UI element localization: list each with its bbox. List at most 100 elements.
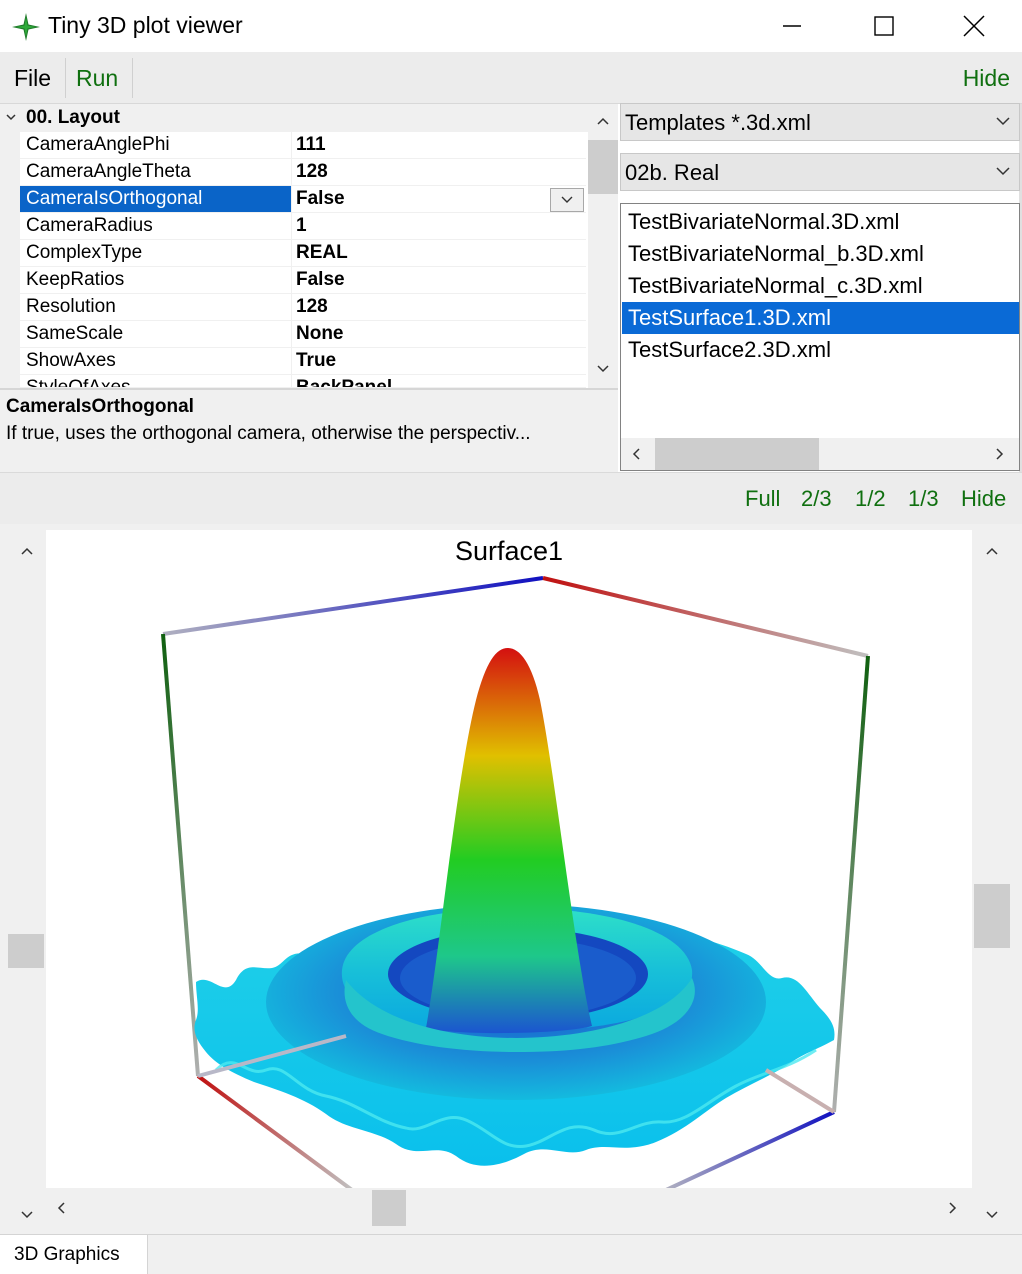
list-item[interactable]: TestBivariateNormal_c.3D.xml (622, 270, 1019, 302)
menu-separator (132, 58, 133, 98)
graphics-hscrollbar[interactable] (46, 1188, 972, 1228)
scrollbar-thumb[interactable] (8, 934, 44, 968)
list-item-selected[interactable]: TestSurface1.3D.xml (622, 302, 1019, 334)
property-value[interactable]: BackPanel (296, 375, 582, 387)
menu-bar: File Run Hide (0, 52, 1022, 104)
chevron-down-icon[interactable] (985, 1210, 999, 1220)
property-row[interactable]: Resolution 128 (20, 294, 586, 321)
property-name: CameraRadius (26, 215, 153, 236)
column-divider (291, 132, 292, 159)
property-row[interactable]: StyleOfAxes BackPanel (20, 375, 586, 388)
plot-canvas[interactable]: Surface1 (46, 530, 972, 1188)
minimize-button[interactable] (746, 0, 838, 52)
list-item[interactable]: TestBivariateNormal.3D.xml (622, 206, 1019, 238)
list-item[interactable]: TestSurface2.3D.xml (622, 334, 1019, 366)
left-vscrollbar[interactable] (6, 530, 46, 1230)
surface-central-peak (426, 648, 592, 1034)
chevron-up-icon[interactable] (596, 116, 610, 126)
chevron-up-icon[interactable] (985, 546, 999, 556)
chevron-up-icon[interactable] (20, 546, 34, 556)
surface-plot (161, 576, 870, 1188)
property-name: Resolution (26, 296, 116, 317)
view-half-link[interactable]: 1/2 (855, 486, 886, 512)
scrollbar-thumb[interactable] (974, 884, 1010, 948)
value-dropdown-button[interactable] (550, 188, 584, 212)
tab-3d-graphics[interactable]: 3D Graphics (0, 1235, 148, 1274)
template-filter-select[interactable]: Templates *.3d.xml (620, 103, 1020, 141)
list-item[interactable]: TestBivariateNormal_b.3D.xml (622, 238, 1019, 270)
property-value[interactable]: 128 (296, 159, 582, 185)
chevron-down-icon (996, 117, 1010, 126)
chevron-down-icon[interactable] (596, 364, 610, 374)
column-divider (291, 213, 292, 240)
property-value[interactable]: False (296, 186, 582, 212)
app-star-icon (12, 13, 40, 41)
menu-file[interactable]: File (14, 65, 51, 92)
chevron-down-icon[interactable] (20, 1210, 34, 1220)
property-name: CameraAnglePhi (26, 134, 170, 155)
template-group-select[interactable]: 02b. Real (620, 153, 1020, 191)
property-value[interactable]: REAL (296, 240, 582, 266)
category-label: 00. Layout (26, 107, 120, 128)
property-gutter (0, 132, 20, 388)
property-row[interactable]: CameraRadius 1 (20, 213, 586, 240)
column-divider (291, 321, 292, 348)
close-icon (963, 15, 985, 37)
property-value[interactable]: True (296, 348, 582, 374)
property-value[interactable]: 1 (296, 213, 582, 239)
column-divider (291, 294, 292, 321)
chevron-down-icon[interactable] (4, 110, 18, 124)
view-third-link[interactable]: 1/3 (908, 486, 939, 512)
property-description-panel: CameraIsOrthogonal If true, uses the ort… (0, 388, 618, 472)
chevron-left-icon[interactable] (56, 1201, 66, 1215)
minimize-icon (783, 25, 801, 27)
menu-separator (65, 58, 66, 98)
property-name: CameraAngleTheta (26, 161, 191, 182)
close-button[interactable] (928, 0, 1020, 52)
property-name: ComplexType (26, 242, 143, 263)
menu-run[interactable]: Run (76, 65, 118, 92)
column-divider (291, 348, 292, 375)
view-size-bar: Full 2/3 1/2 1/3 Hide (0, 472, 1022, 524)
maximize-icon (874, 16, 894, 36)
property-row[interactable]: CameraAnglePhi 111 (20, 132, 586, 159)
scrollbar-thumb[interactable] (655, 438, 819, 470)
description-title: CameraIsOrthogonal (6, 396, 194, 417)
chevron-left-icon[interactable] (631, 447, 641, 461)
scrollbar-thumb[interactable] (588, 140, 618, 194)
property-row[interactable]: ComplexType REAL (20, 240, 586, 267)
chevron-right-icon[interactable] (995, 447, 1005, 461)
right-vscrollbar[interactable] (972, 530, 1012, 1230)
property-name: ShowAxes (26, 350, 116, 371)
property-name: StyleOfAxes (26, 377, 131, 388)
file-list-hscrollbar[interactable] (621, 438, 1019, 470)
property-grid-scrollbar[interactable] (588, 104, 618, 388)
property-row[interactable]: KeepRatios False (20, 267, 586, 294)
template-group-value: 02b. Real (625, 160, 720, 185)
scrollbar-thumb[interactable] (372, 1190, 406, 1226)
property-value[interactable]: 111 (296, 132, 582, 158)
tab-label: 3D Graphics (14, 1244, 120, 1265)
column-divider (291, 159, 292, 186)
view-hide-link[interactable]: Hide (961, 486, 1006, 512)
property-value[interactable]: None (296, 321, 582, 347)
chevron-down-icon (561, 196, 573, 203)
property-row[interactable]: SameScale None (20, 321, 586, 348)
property-value[interactable]: 128 (296, 294, 582, 320)
tab-strip: 3D Graphics (0, 1234, 1022, 1274)
property-value[interactable]: False (296, 267, 582, 293)
template-file-list[interactable]: TestBivariateNormal.3D.xml TestBivariate… (620, 203, 1020, 471)
property-category[interactable]: 00. Layout (0, 104, 588, 132)
property-name: CameraIsOrthogonal (20, 186, 291, 212)
maximize-button[interactable] (838, 0, 930, 52)
property-row[interactable]: ShowAxes True (20, 348, 586, 375)
menu-hide[interactable]: Hide (963, 65, 1010, 92)
property-row[interactable]: CameraAngleTheta 128 (20, 159, 586, 186)
column-divider (291, 267, 292, 294)
column-divider (291, 240, 292, 267)
chevron-right-icon[interactable] (948, 1201, 958, 1215)
property-row-selected[interactable]: CameraIsOrthogonal False (20, 186, 586, 213)
view-two-thirds-link[interactable]: 2/3 (801, 486, 832, 512)
view-full-link[interactable]: Full (745, 486, 780, 512)
window-title: Tiny 3D plot viewer (48, 12, 243, 38)
